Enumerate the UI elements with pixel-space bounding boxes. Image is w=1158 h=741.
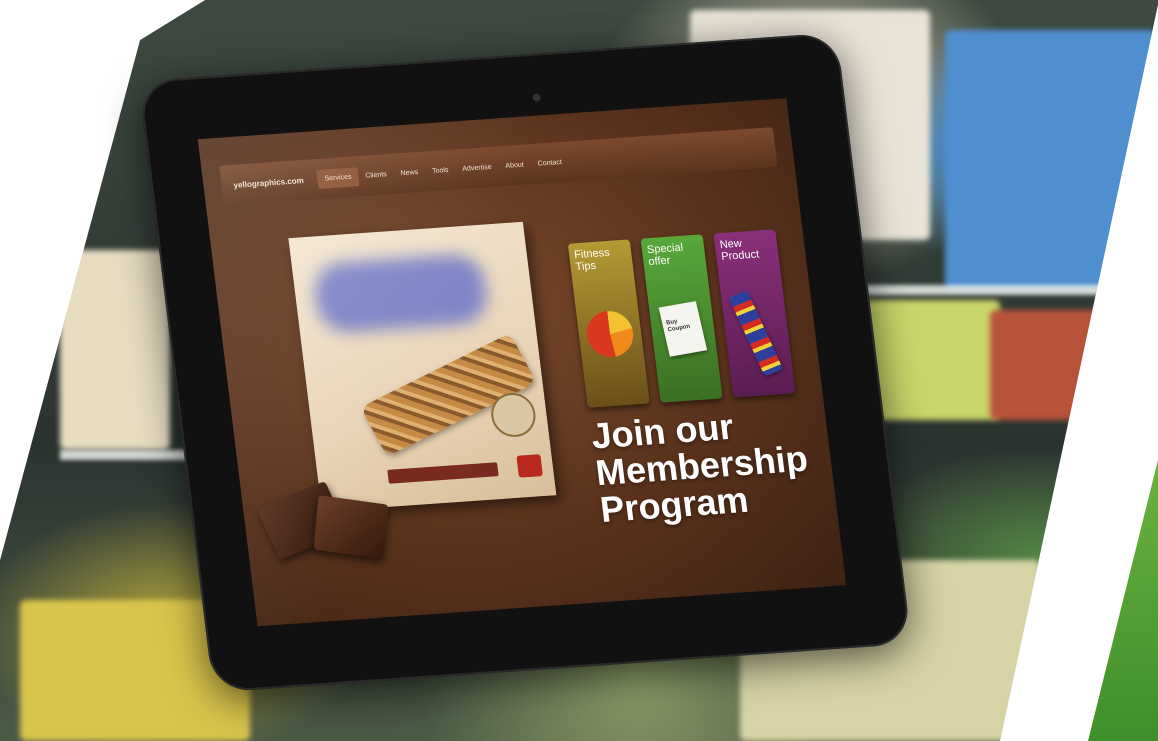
tile-title: Fitness Tips — [573, 246, 611, 274]
nav-item-advertise[interactable]: Advertise — [455, 163, 499, 173]
membership-cta[interactable]: Join our Membership Program — [589, 402, 822, 530]
tile-title: New Product — [719, 237, 760, 264]
camera-icon — [532, 93, 542, 102]
nav-item-clients[interactable]: Clients — [358, 170, 394, 179]
tile-new-product[interactable]: New Product — [713, 229, 796, 398]
nav-item-services[interactable]: Services — [316, 166, 360, 189]
tile-special-offer[interactable]: Special offer Buy Coupon — [640, 234, 723, 403]
nav-item-news[interactable]: News — [393, 168, 425, 177]
nav-item-tools[interactable]: Tools — [425, 166, 456, 175]
coupon-text: Buy Coupon — [665, 318, 691, 334]
tile-title: Special offer — [646, 241, 684, 269]
quality-seal-icon — [488, 391, 538, 439]
tile-fitness-tips[interactable]: Fitness Tips — [567, 239, 650, 408]
candy-bar-icon — [728, 290, 783, 377]
product-box-image[interactable] — [288, 221, 557, 512]
tablet-screen: yellographics.com Services Clients News … — [197, 98, 847, 627]
website-nav: yellographics.com Services Clients News … — [219, 127, 778, 206]
site-brand[interactable]: yellographics.com — [221, 175, 318, 191]
nav-item-contact[interactable]: Contact — [530, 158, 569, 168]
coupon-icon: Buy Coupon — [658, 301, 708, 357]
chocolate-piece — [313, 495, 389, 560]
shelf-edge — [60, 450, 190, 460]
tablet-device: yellographics.com Services Clients News … — [138, 32, 912, 693]
product-logo — [311, 252, 490, 335]
product-label — [387, 462, 499, 484]
pie-chart-icon — [584, 309, 636, 359]
cereal-box — [60, 250, 170, 450]
brand-badge-icon — [516, 454, 543, 478]
nav-item-about[interactable]: About — [498, 161, 531, 170]
